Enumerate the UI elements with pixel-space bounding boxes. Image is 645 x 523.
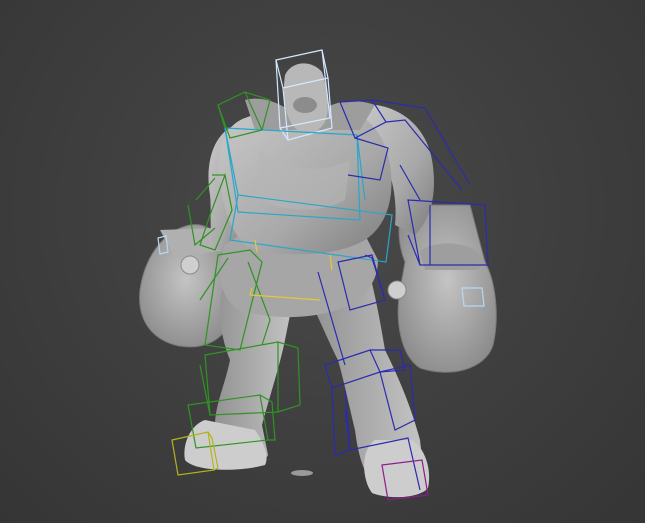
left-gauntlet-knob	[180, 255, 200, 275]
right-gauntlet-knob	[387, 280, 407, 300]
scene	[139, 49, 497, 501]
ground-marker	[291, 470, 313, 476]
3d-viewport[interactable]	[0, 0, 645, 523]
face-shadow	[293, 97, 317, 113]
